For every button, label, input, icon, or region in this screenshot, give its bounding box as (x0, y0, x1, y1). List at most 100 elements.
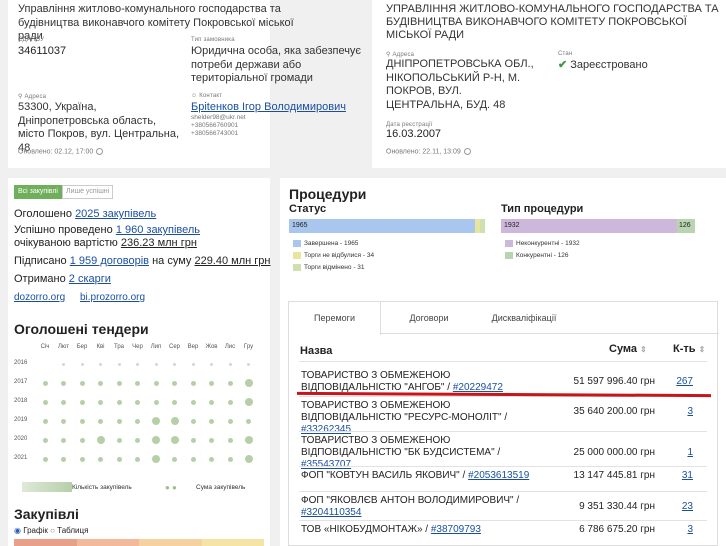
tender-dot[interactable] (61, 399, 66, 405)
contact-phone-2[interactable]: +380566743001 (191, 130, 238, 137)
col-sum-header[interactable]: Сума ⇕ (609, 343, 647, 355)
announced-link[interactable]: 2025 закупівель (75, 208, 156, 220)
tender-dot[interactable] (209, 380, 214, 386)
tender-dot[interactable] (117, 362, 121, 366)
tender-dot[interactable] (190, 437, 196, 443)
tender-dot[interactable] (61, 437, 66, 443)
winner-count-link[interactable]: 3 (687, 524, 693, 535)
tender-dot[interactable] (98, 399, 103, 405)
col-name-header[interactable]: Назва (300, 345, 332, 357)
sort-icon[interactable]: ⇕ (640, 345, 647, 354)
tender-dot[interactable] (116, 380, 122, 386)
tender-dot[interactable] (190, 399, 196, 405)
info-icon[interactable] (96, 148, 104, 155)
info-icon[interactable] (463, 148, 471, 155)
contact-email[interactable]: shelder98@ukr.net (191, 114, 246, 121)
toggle-success[interactable]: Лише успішні (61, 185, 114, 199)
tender-dot[interactable] (227, 456, 233, 462)
tender-dot[interactable] (42, 456, 48, 462)
tender-dot[interactable] (116, 399, 122, 405)
radio-chart-label[interactable]: Графік (23, 526, 48, 535)
tender-dot[interactable] (80, 362, 84, 366)
winner-count-link[interactable]: 31 (682, 470, 693, 481)
tender-dot[interactable] (135, 418, 140, 424)
tender-dot[interactable] (170, 436, 179, 444)
tender-dot[interactable] (153, 380, 159, 386)
tender-dot[interactable] (116, 437, 122, 443)
tender-dot[interactable] (98, 380, 103, 386)
tender-dot[interactable] (79, 456, 85, 462)
tender-dot[interactable] (153, 399, 159, 405)
tender-dot[interactable] (79, 399, 85, 405)
tender-dot[interactable] (191, 362, 195, 366)
tender-dot[interactable] (61, 456, 66, 462)
tab-contracts[interactable]: Договори (389, 302, 469, 334)
sort-icon[interactable]: ⇕ (699, 345, 706, 354)
radio-chart-icon[interactable]: ◉ (14, 526, 21, 535)
complaints-link[interactable]: 2 скарги (69, 273, 111, 285)
tender-dot[interactable] (227, 418, 233, 424)
tender-dot[interactable] (227, 399, 233, 405)
tender-dot[interactable] (190, 380, 196, 386)
tender-dot[interactable] (79, 418, 85, 424)
bi-prozorro-link[interactable]: bi.prozorro.org (80, 292, 145, 303)
tender-dot[interactable] (99, 362, 102, 366)
tender-dot[interactable] (244, 455, 253, 463)
winner-count-link[interactable]: 1 (687, 447, 693, 458)
tender-dot[interactable] (210, 362, 213, 366)
tender-dot[interactable] (135, 380, 140, 386)
status-bar-completed[interactable]: 1965 (289, 219, 475, 233)
tender-dot[interactable] (135, 399, 140, 405)
status-bar-cancelled[interactable] (480, 219, 485, 233)
tender-dot[interactable] (62, 362, 65, 366)
tender-dot[interactable] (173, 362, 176, 366)
tender-dot[interactable] (96, 436, 105, 444)
tender-dot[interactable] (42, 418, 48, 424)
tender-dot[interactable] (172, 456, 177, 462)
radio-table-icon[interactable]: ○ (50, 526, 55, 535)
tender-dot[interactable] (61, 418, 66, 424)
winner-code-link[interactable]: #35543707 (301, 459, 351, 470)
contact-phone-1[interactable]: +380566760901 (191, 122, 238, 129)
tender-dot[interactable] (42, 399, 48, 405)
toggle-all[interactable]: Всі закупівлі (14, 185, 62, 199)
tender-dot[interactable] (42, 380, 48, 386)
type-bar-noncompetitive[interactable]: 1932 (501, 219, 677, 233)
tender-dot[interactable] (228, 362, 232, 366)
tender-dot[interactable] (98, 456, 103, 462)
winner-code-link[interactable]: #2053613519 (468, 470, 529, 481)
signed-link[interactable]: 1 959 договорів (70, 255, 149, 267)
tender-dot[interactable] (209, 399, 214, 405)
winner-count-link[interactable]: 267 (676, 376, 693, 387)
tender-dot[interactable] (135, 437, 140, 443)
tender-dot[interactable] (209, 456, 214, 462)
tender-dot[interactable] (154, 362, 158, 366)
tender-dot[interactable] (244, 398, 253, 406)
dozorro-link[interactable]: dozorro.org (14, 292, 65, 303)
tender-dot[interactable] (98, 418, 103, 424)
winner-code-link[interactable]: #20229472 (453, 382, 503, 393)
col-count-header[interactable]: К-ть ⇕ (673, 343, 705, 355)
tender-dot[interactable] (42, 437, 48, 443)
tender-dot[interactable] (227, 380, 233, 386)
tender-dot[interactable] (135, 456, 140, 462)
tender-dot[interactable] (116, 418, 122, 424)
tab-disqualifications[interactable]: Дискваліфікації (479, 302, 569, 334)
tender-dot[interactable] (116, 456, 122, 462)
winner-code-link[interactable]: #3204110354 (301, 507, 361, 518)
tab-wins[interactable]: Перемоги (289, 302, 381, 335)
tender-dot[interactable] (227, 437, 233, 443)
tender-dot[interactable] (247, 362, 250, 366)
winner-code-link[interactable]: #38709793 (431, 524, 481, 535)
tender-dot[interactable] (190, 418, 196, 424)
tender-dot[interactable] (244, 379, 253, 387)
winner-count-link[interactable]: 3 (687, 406, 693, 417)
type-bar-competitive[interactable]: 126 (677, 219, 695, 233)
success-link[interactable]: 1 960 закупівель (116, 224, 200, 236)
tender-dot[interactable] (152, 436, 160, 444)
tender-dot[interactable] (152, 417, 160, 425)
tender-dot[interactable] (79, 437, 85, 443)
tender-dot[interactable] (246, 418, 251, 424)
tender-dot[interactable] (209, 437, 214, 443)
tender-dot[interactable] (172, 380, 177, 386)
